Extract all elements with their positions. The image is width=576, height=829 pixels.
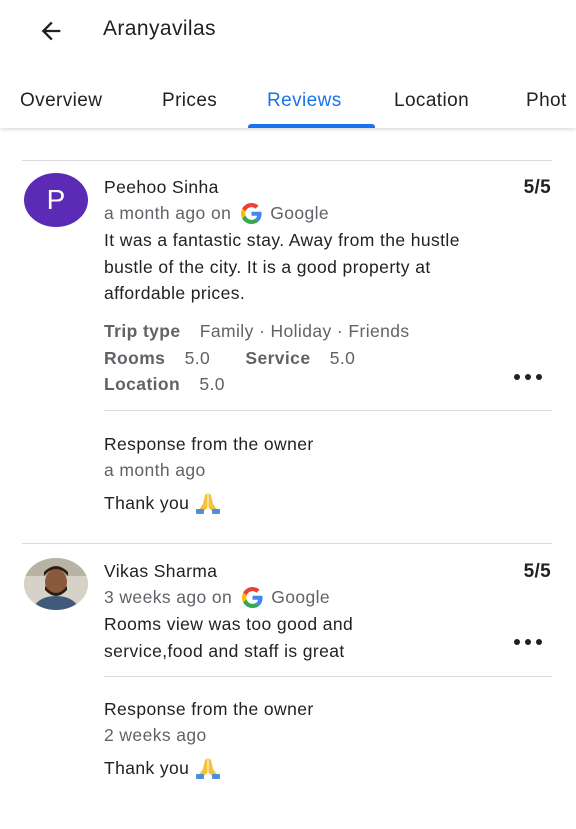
avatar[interactable]: P bbox=[24, 173, 88, 227]
tab-photos[interactable]: Phot bbox=[526, 90, 567, 112]
location-value: 5.0 bbox=[199, 374, 225, 394]
review-score: 5/5 bbox=[523, 177, 551, 198]
tab-reviews[interactable]: Reviews bbox=[267, 90, 342, 112]
review-text: Rooms view was too good and service,food… bbox=[104, 614, 354, 661]
owner-response-label: Response from the owner bbox=[104, 434, 314, 454]
owner-response-time: 2 weeks ago bbox=[104, 725, 207, 745]
location-label: Location bbox=[104, 374, 181, 394]
google-icon bbox=[241, 203, 262, 224]
tab-bar: Overview Prices Reviews Location Phot bbox=[0, 76, 576, 128]
tab-overview[interactable]: Overview bbox=[20, 90, 102, 112]
avatar[interactable] bbox=[24, 558, 88, 610]
dot bbox=[536, 639, 542, 645]
review-text: It was a fantastic stay. Away from the h… bbox=[104, 230, 460, 303]
review-source: Google bbox=[270, 203, 330, 223]
dot bbox=[514, 639, 520, 645]
dot bbox=[525, 374, 531, 380]
service-label: Service bbox=[245, 347, 311, 368]
tab-prices[interactable]: Prices bbox=[162, 90, 217, 112]
owner-response-text: Thank you bbox=[104, 492, 221, 514]
rooms-label: Rooms bbox=[104, 347, 166, 368]
profile-photo bbox=[24, 558, 88, 610]
tab-location[interactable]: Location bbox=[394, 90, 469, 112]
dot bbox=[514, 374, 520, 380]
more-options-button[interactable] bbox=[514, 636, 542, 648]
review-time: 3 weeks ago on bbox=[104, 587, 233, 607]
review-time: a month ago on bbox=[104, 203, 232, 223]
dot bbox=[536, 374, 542, 380]
top-app-bar: Aranyavilas bbox=[0, 0, 576, 62]
divider bbox=[104, 410, 552, 411]
owner-response-message: Thank you bbox=[104, 492, 190, 513]
rooms-value: 5.0 bbox=[184, 347, 211, 368]
divider bbox=[22, 543, 552, 544]
review-meta: a month ago on Google bbox=[104, 203, 329, 224]
folded-hands-icon bbox=[195, 757, 221, 779]
active-tab-indicator bbox=[248, 124, 375, 128]
owner-response-text: Thank you bbox=[104, 757, 221, 779]
folded-hands-icon bbox=[195, 492, 221, 514]
review-attributes: Trip type Family · Holiday · Friends Roo… bbox=[104, 318, 410, 398]
review-source: Google bbox=[271, 587, 331, 607]
page-title: Aranyavilas bbox=[103, 17, 216, 40]
trip-type-value: Family · Holiday · Friends bbox=[199, 321, 410, 341]
dot bbox=[525, 639, 531, 645]
review-meta: 3 weeks ago on Google bbox=[104, 587, 330, 608]
back-button[interactable] bbox=[34, 14, 68, 48]
owner-response-time: a month ago bbox=[104, 460, 206, 480]
owner-response-message: Thank you bbox=[104, 757, 190, 778]
google-icon bbox=[242, 587, 263, 608]
reviewer-name[interactable]: Peehoo Sinha bbox=[104, 177, 219, 198]
more-options-button[interactable] bbox=[514, 371, 542, 383]
service-value: 5.0 bbox=[329, 347, 356, 368]
reviewer-name[interactable]: Vikas Sharma bbox=[104, 561, 217, 582]
review-score: 5/5 bbox=[523, 561, 551, 582]
trip-type-label: Trip type bbox=[104, 321, 181, 341]
arrow-left-icon bbox=[41, 21, 61, 41]
owner-response-label: Response from the owner bbox=[104, 699, 314, 719]
divider bbox=[22, 160, 552, 161]
divider bbox=[104, 676, 552, 677]
